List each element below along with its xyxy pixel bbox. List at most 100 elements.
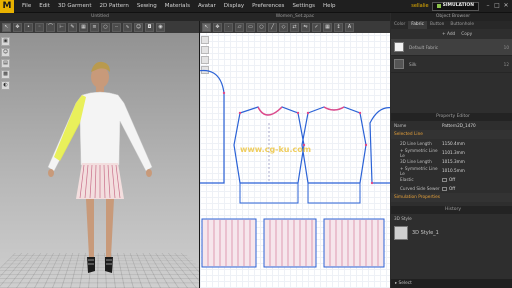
pattern-pieces	[200, 69, 390, 268]
menu-item-settings[interactable]: Settings	[288, 0, 319, 13]
property-name-label: Name	[394, 123, 407, 128]
topstitch-icon[interactable]: ┄	[112, 22, 121, 32]
back-neck-seam[interactable]	[323, 106, 345, 111]
history-mode-label[interactable]: 3D Style	[394, 216, 442, 221]
3d-toolbar: ↖ ✥ • ◦ ⌒ ⊢ ✎ ▦ ≡ ○ ┄ ∿ ☺ ◘ ◉	[0, 21, 199, 33]
fabric-count: 10	[503, 44, 509, 50]
annotation-icon[interactable]: A	[345, 22, 354, 32]
free-sewing-icon[interactable]: ⇋	[301, 22, 310, 32]
tab-fabric[interactable]: Fabric	[408, 21, 427, 29]
watermark-center: www.cg-ku.com	[240, 145, 312, 154]
edit-pattern-icon[interactable]: ↖	[202, 22, 211, 32]
view-front-icon[interactable]: ▣	[1, 37, 10, 46]
menu-item-3d-garment[interactable]: 3D Garment	[54, 0, 96, 13]
view-strain-icon[interactable]: ◐	[1, 81, 10, 90]
pin-icon[interactable]: •	[24, 22, 33, 32]
transform-icon[interactable]: ✥	[13, 22, 22, 32]
property-toggle[interactable]: Off	[442, 186, 512, 191]
history-style-item[interactable]: 3D Style_1	[391, 223, 512, 243]
select-move-icon[interactable]: ↖	[2, 22, 11, 32]
texture-icon[interactable]: ▦	[79, 22, 88, 32]
selected-line-section[interactable]: Selected Line	[391, 130, 512, 139]
button-tool-icon[interactable]: ○	[101, 22, 110, 32]
camera-icon[interactable]: ◘	[145, 22, 154, 32]
simulation-toggle[interactable]: SIMULATION	[431, 1, 479, 11]
view-garment-icon[interactable]: ▤	[1, 59, 10, 68]
view-avatar-icon[interactable]: ☺	[1, 48, 10, 57]
tab-buttonhole[interactable]: Buttonhole	[447, 21, 477, 29]
property-value[interactable]: 1010.5mm	[442, 168, 512, 173]
property-value[interactable]: 1015.3mm	[442, 159, 512, 164]
checkbox-icon[interactable]	[442, 178, 447, 182]
close-button[interactable]: ✕	[503, 3, 509, 9]
avatar-left-shoe	[87, 257, 95, 273]
simulation-properties-section[interactable]: Simulation Properties	[391, 193, 512, 202]
front-neck-seam[interactable]	[257, 106, 283, 116]
property-name-value[interactable]: Pattern2D_1470	[442, 123, 512, 128]
sweater-garment[interactable]	[47, 91, 153, 172]
menu-item-preferences[interactable]: Preferences	[248, 0, 288, 13]
zipper-icon[interactable]: ≡	[90, 22, 99, 32]
menu-item-file[interactable]: File	[18, 0, 35, 13]
measure-icon[interactable]: ⊢	[57, 22, 66, 32]
checkbox-icon[interactable]	[442, 187, 447, 191]
transform-pattern-icon[interactable]: ✥	[213, 22, 222, 32]
tab-button[interactable]: Button	[427, 21, 447, 29]
add-fabric-button[interactable]: + Add	[442, 32, 455, 37]
dart-icon[interactable]: ◇	[279, 22, 288, 32]
maximize-button[interactable]: □	[494, 3, 500, 9]
avatar-icon[interactable]: ☺	[134, 22, 143, 32]
property-label: Curved Side Sewer	[400, 186, 440, 191]
property-label: Elastic	[400, 177, 414, 182]
fabric-count: 12	[503, 61, 509, 67]
front-hem-band[interactable]	[239, 182, 299, 204]
grain-icon[interactable]: ↕	[334, 22, 343, 32]
property-value[interactable]: Off	[449, 177, 455, 182]
circle-icon[interactable]: ○	[257, 22, 266, 32]
menu-item-edit[interactable]: Edit	[35, 0, 54, 13]
menu-item-avatar[interactable]: Avatar	[194, 0, 220, 13]
edit-point-icon[interactable]: ·	[224, 22, 233, 32]
sleeve-pattern-left[interactable]	[200, 69, 225, 184]
fold-icon[interactable]: ⌒	[46, 22, 55, 32]
internal-line-icon[interactable]: ╱	[268, 22, 277, 32]
user-name[interactable]: sellalie	[411, 3, 428, 9]
object-browser-title: Object Browser	[391, 13, 512, 21]
texture-2d-icon[interactable]: ▦	[323, 22, 332, 32]
menu-item-help[interactable]: Help	[319, 0, 340, 13]
avatar-model[interactable]	[40, 57, 160, 288]
tab-color[interactable]: Color	[391, 21, 408, 29]
back-bodice-pattern[interactable]	[301, 106, 367, 184]
property-toggle[interactable]: Off	[442, 177, 512, 182]
property-value[interactable]: 1101.3mm	[442, 150, 512, 155]
select-status-bar[interactable]: ▸ Select	[391, 279, 512, 288]
polygon-icon[interactable]: ▱	[235, 22, 244, 32]
menu-item-sewing[interactable]: Sewing	[133, 0, 161, 13]
menu-item-2d-pattern[interactable]: 2D Pattern	[96, 0, 133, 13]
copy-fabric-button[interactable]: Copy	[461, 32, 472, 37]
fabric-list-item[interactable]: Default Fabric 10	[391, 39, 512, 56]
menu-item-materials[interactable]: Materials	[161, 0, 194, 13]
render-icon[interactable]: ◉	[156, 22, 165, 32]
menu-item-display[interactable]: Display	[220, 0, 248, 13]
back-hem-band[interactable]	[307, 182, 361, 204]
puckering-icon[interactable]: ∿	[123, 22, 132, 32]
property-value[interactable]: Off	[449, 186, 455, 191]
3d-garment-window[interactable]: ↖ ✥ • ◦ ⌒ ⊢ ✎ ▦ ≡ ○ ┄ ∿ ☺ ◘ ◉ ▣ ☺ ▤ ▩ ◐	[0, 21, 200, 288]
segment-sewing-icon[interactable]: ⇄	[290, 22, 299, 32]
tack-icon[interactable]: ◦	[35, 22, 44, 32]
minimize-button[interactable]: –	[485, 3, 491, 9]
check-sewing-icon[interactable]: ✓	[312, 22, 321, 32]
brush-icon[interactable]: ✎	[68, 22, 77, 32]
fabric-list-item[interactable]: Silk 12	[391, 56, 512, 73]
sleeve-pattern-right[interactable]	[369, 107, 390, 184]
property-value[interactable]: 1150.4mm	[442, 141, 512, 146]
property-name-row: Name Pattern2D_1470	[391, 121, 512, 130]
rectangle-icon[interactable]: ▭	[246, 22, 255, 32]
skirt-pattern-pieces[interactable]	[201, 218, 385, 268]
2d-pattern-window[interactable]: ↖ ✥ · ▱ ▭ ○ ╱ ◇ ⇄ ⇋ ✓ ▦ ↕ A www.cg-ku.co…	[200, 21, 390, 288]
avatar-left-hand	[48, 169, 54, 177]
view-texture-icon[interactable]: ▩	[1, 70, 10, 79]
simulation-label: SIMULATION	[442, 3, 474, 8]
app-logo[interactable]: M	[0, 0, 14, 13]
